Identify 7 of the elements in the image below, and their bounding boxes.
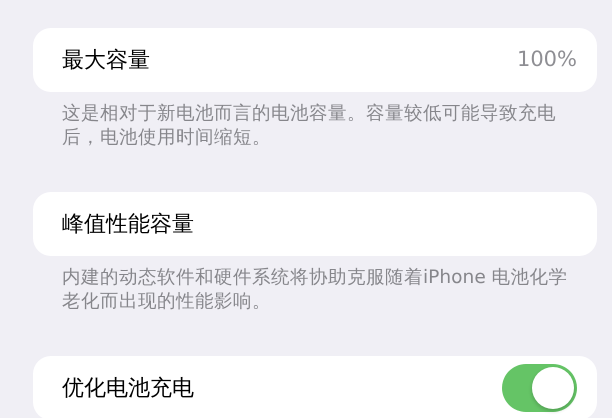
row-title: 峰值性能容量	[62, 210, 194, 238]
toggle-switch[interactable]	[502, 364, 577, 412]
row-value: 100%	[516, 46, 577, 74]
footer-note: 内建的动态软件和硬件系统将协助克服随着iPhone 电池化学老化而出现的性能影响。	[61, 266, 569, 314]
row-title: 最大容量	[62, 46, 150, 74]
footer-note: 这是相对于新电池而言的电池容量。容量较低可能导致充电后，电池使用时间缩短。	[61, 102, 557, 150]
row-title: 优化电池充电	[62, 374, 194, 402]
